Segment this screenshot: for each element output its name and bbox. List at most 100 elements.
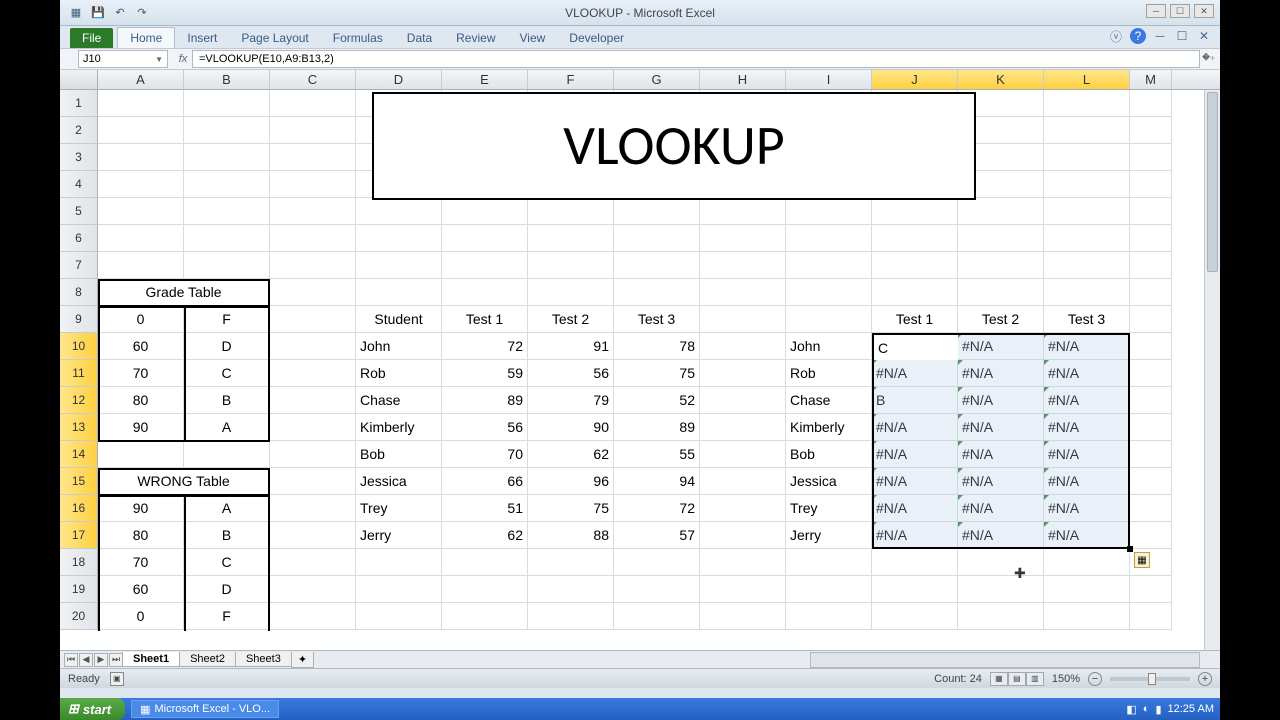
- cell[interactable]: 78: [614, 333, 700, 360]
- cell[interactable]: 70: [442, 441, 528, 468]
- sheet-tab-1[interactable]: Sheet1: [122, 652, 180, 667]
- cell[interactable]: [270, 171, 356, 198]
- cell[interactable]: [786, 144, 872, 171]
- cell[interactable]: [442, 144, 528, 171]
- cell[interactable]: C: [872, 333, 958, 360]
- cell[interactable]: [700, 198, 786, 225]
- worksheet[interactable]: A B C D E F G H I J K L M 12345678Grade …: [60, 70, 1220, 650]
- cell[interactable]: [700, 306, 786, 333]
- zoom-slider-thumb[interactable]: [1148, 673, 1156, 685]
- cell[interactable]: 52: [614, 387, 700, 414]
- cell[interactable]: Chase: [356, 387, 442, 414]
- cell[interactable]: [872, 171, 958, 198]
- cell[interactable]: 90: [98, 414, 184, 441]
- cell[interactable]: [98, 144, 184, 171]
- cell[interactable]: [270, 603, 356, 630]
- cell[interactable]: [786, 198, 872, 225]
- doc-minimize-icon[interactable]: ─: [1152, 28, 1168, 44]
- cell[interactable]: [614, 279, 700, 306]
- cell[interactable]: [614, 90, 700, 117]
- tab-page-layout[interactable]: Page Layout: [229, 28, 320, 48]
- cell[interactable]: [958, 252, 1044, 279]
- cell[interactable]: [958, 144, 1044, 171]
- cell[interactable]: [872, 198, 958, 225]
- cell[interactable]: [270, 522, 356, 549]
- cell[interactable]: John: [356, 333, 442, 360]
- cell[interactable]: B: [184, 387, 270, 414]
- col-header-K[interactable]: K: [958, 70, 1044, 89]
- cell[interactable]: [270, 549, 356, 576]
- ribbon-minimize-icon[interactable]: ⓥ: [1108, 28, 1124, 44]
- cell[interactable]: [184, 171, 270, 198]
- cell[interactable]: 0: [98, 603, 184, 630]
- cell[interactable]: [786, 117, 872, 144]
- cell[interactable]: [528, 549, 614, 576]
- cell[interactable]: [1130, 495, 1172, 522]
- row-header-14[interactable]: 14: [60, 441, 98, 468]
- cell[interactable]: [700, 468, 786, 495]
- cell[interactable]: [528, 171, 614, 198]
- cell[interactable]: #N/A: [872, 441, 958, 468]
- cell[interactable]: 51: [442, 495, 528, 522]
- cell[interactable]: [1130, 441, 1172, 468]
- cell[interactable]: #N/A: [872, 495, 958, 522]
- cell[interactable]: [528, 144, 614, 171]
- cell[interactable]: [442, 576, 528, 603]
- cell[interactable]: [786, 306, 872, 333]
- col-header-A[interactable]: A: [98, 70, 184, 89]
- tab-file[interactable]: File: [70, 28, 113, 48]
- cell[interactable]: [700, 252, 786, 279]
- cell[interactable]: #N/A: [1044, 414, 1130, 441]
- cell[interactable]: #N/A: [872, 468, 958, 495]
- cell[interactable]: [442, 117, 528, 144]
- cell[interactable]: [356, 225, 442, 252]
- cell[interactable]: #N/A: [1044, 495, 1130, 522]
- cell[interactable]: [270, 279, 356, 306]
- cell[interactable]: Test 3: [1044, 306, 1130, 333]
- cell[interactable]: [98, 441, 184, 468]
- page-layout-view-button[interactable]: ▤: [1008, 672, 1026, 686]
- row-header-8[interactable]: 8: [60, 279, 98, 306]
- cell[interactable]: 90: [98, 495, 184, 522]
- col-header-C[interactable]: C: [270, 70, 356, 89]
- cell[interactable]: [356, 252, 442, 279]
- tab-review[interactable]: Review: [444, 28, 507, 48]
- cell[interactable]: 72: [442, 333, 528, 360]
- cell[interactable]: 94: [614, 468, 700, 495]
- cell[interactable]: #N/A: [958, 495, 1044, 522]
- cell[interactable]: [700, 360, 786, 387]
- formula-input[interactable]: =VLOOKUP(E10,A9:B13,2): [192, 50, 1200, 68]
- grid[interactable]: 12345678Grade Table90FStudentTest 1Test …: [60, 90, 1220, 630]
- col-header-I[interactable]: I: [786, 70, 872, 89]
- tab-nav-prev[interactable]: ◀: [79, 653, 93, 667]
- row-header-13[interactable]: 13: [60, 414, 98, 441]
- cell[interactable]: [270, 252, 356, 279]
- horizontal-scrollbar[interactable]: [810, 652, 1200, 668]
- name-box-dropdown-icon[interactable]: ▼: [155, 55, 163, 64]
- cell[interactable]: 90: [528, 414, 614, 441]
- cell[interactable]: [528, 198, 614, 225]
- cell[interactable]: [356, 90, 442, 117]
- close-button[interactable]: ✕: [1194, 4, 1214, 18]
- col-header-D[interactable]: D: [356, 70, 442, 89]
- cell[interactable]: [356, 279, 442, 306]
- cell[interactable]: [1044, 279, 1130, 306]
- cell[interactable]: [1130, 225, 1172, 252]
- cell[interactable]: [356, 198, 442, 225]
- row-header-1[interactable]: 1: [60, 90, 98, 117]
- cell[interactable]: 57: [614, 522, 700, 549]
- cell[interactable]: [786, 171, 872, 198]
- tab-formulas[interactable]: Formulas: [321, 28, 395, 48]
- cell[interactable]: 56: [528, 360, 614, 387]
- cell[interactable]: [614, 144, 700, 171]
- cell[interactable]: #N/A: [1044, 522, 1130, 549]
- cell[interactable]: #N/A: [958, 441, 1044, 468]
- minimize-button[interactable]: ─: [1146, 4, 1166, 18]
- cell[interactable]: Student: [356, 306, 442, 333]
- cell[interactable]: [958, 117, 1044, 144]
- zoom-in-button[interactable]: +: [1198, 672, 1212, 686]
- cell[interactable]: [270, 306, 356, 333]
- col-header-H[interactable]: H: [700, 70, 786, 89]
- cell[interactable]: [98, 225, 184, 252]
- cell[interactable]: Test 1: [872, 306, 958, 333]
